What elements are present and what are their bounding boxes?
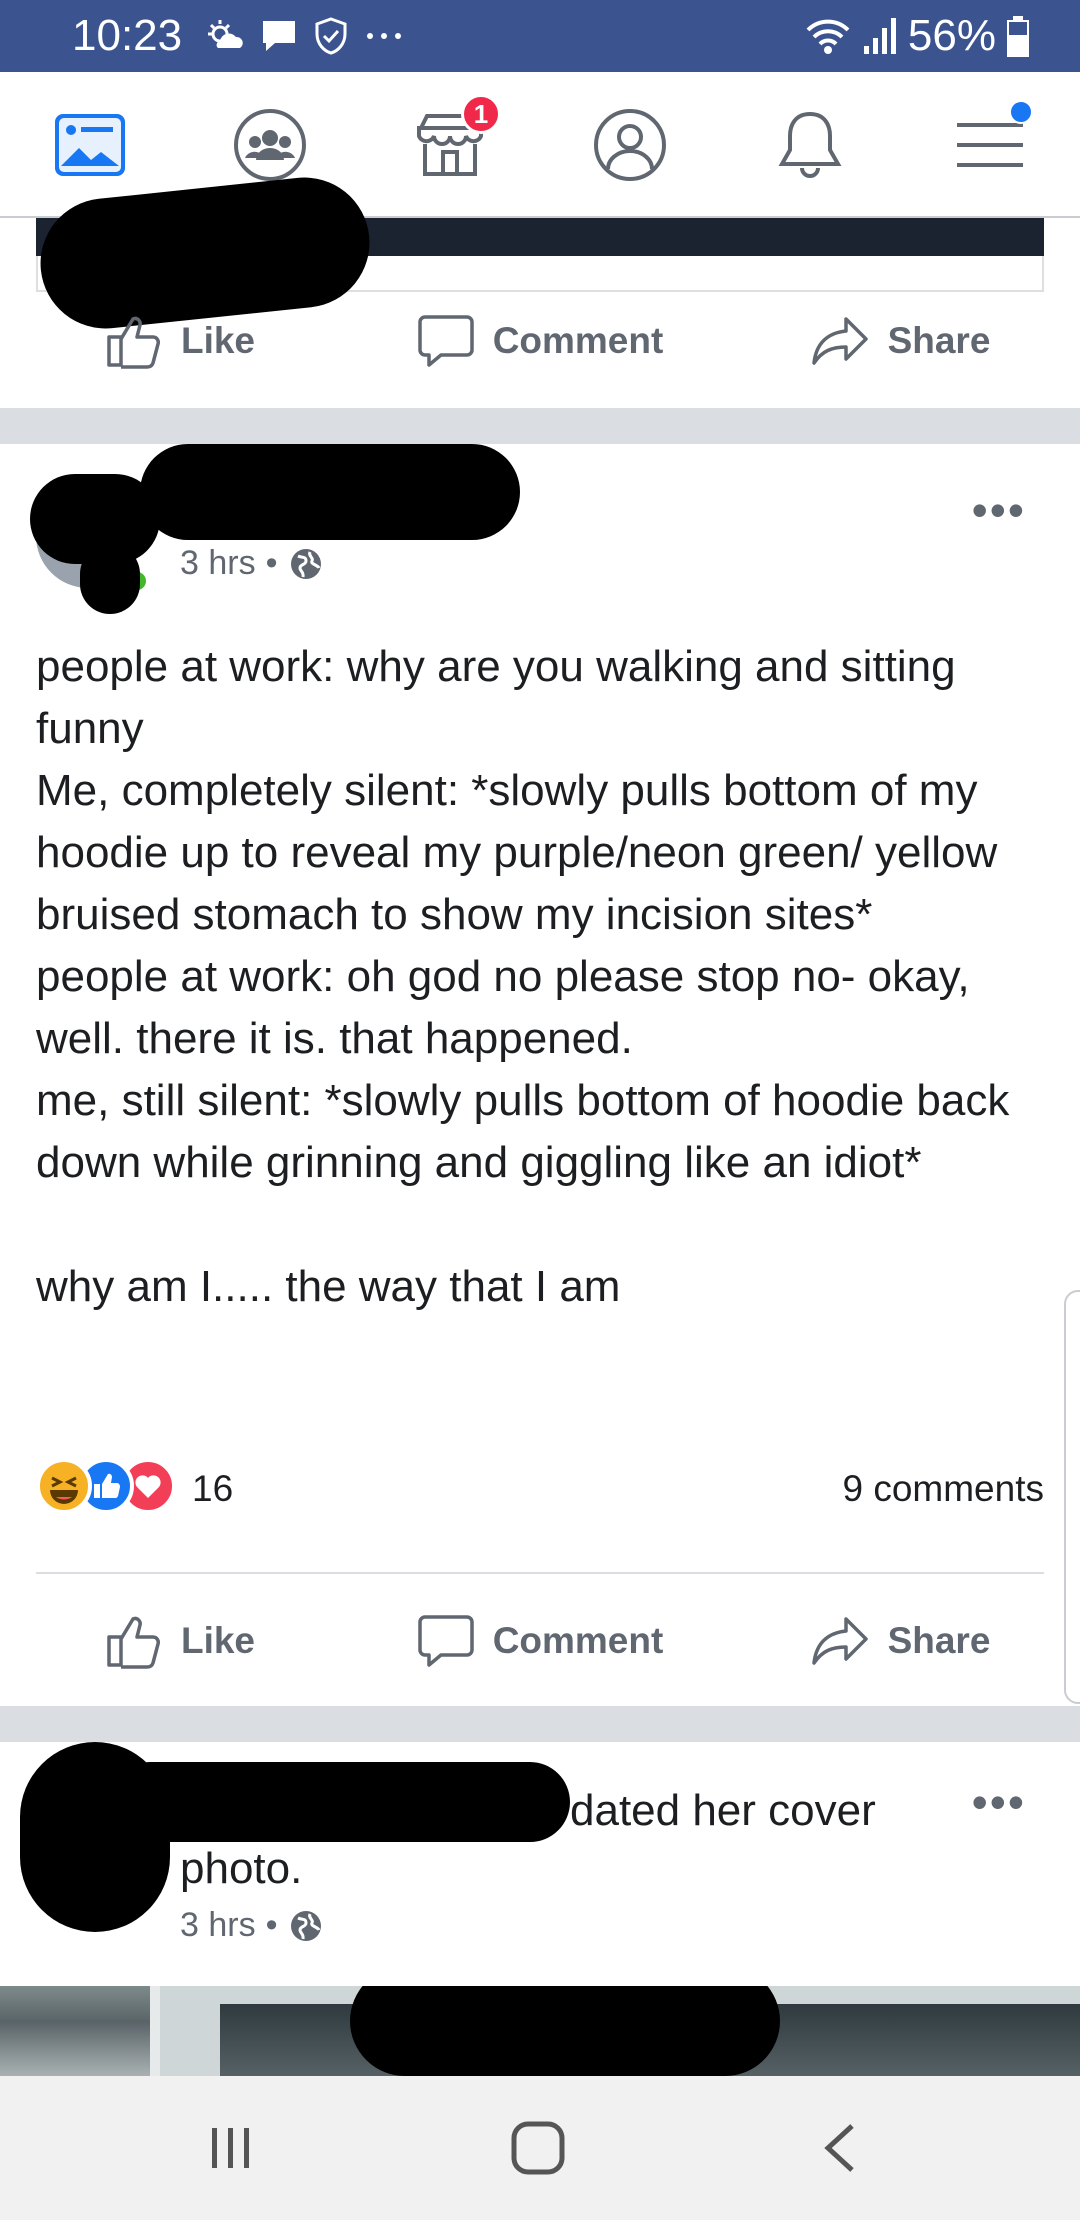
status-notification-icons	[206, 14, 404, 58]
haha-reaction-icon	[36, 1458, 92, 1514]
status-time: 10:23	[72, 11, 183, 60]
like-icon	[107, 1616, 160, 1669]
battery-percent: 56%	[907, 11, 996, 60]
next-feed-post: dated her cover photo. ••• 3 hrs •	[0, 1742, 1080, 1986]
battery-icon	[1007, 16, 1029, 57]
message-icon	[263, 21, 295, 51]
post-divider	[36, 1572, 1044, 1574]
previous-post-actions: Like Comment Share	[0, 276, 1080, 406]
android-navigation-bar	[0, 2076, 1080, 2220]
groups-tab[interactable]	[225, 100, 315, 190]
comment-button[interactable]: Comment	[360, 1576, 720, 1706]
post-actions: Like Comment Share	[0, 1576, 1080, 1706]
globe-icon	[290, 548, 321, 579]
comment-label: Comment	[492, 320, 664, 361]
signal-icon	[863, 18, 896, 54]
menu-notification-dot	[1009, 100, 1033, 124]
redaction-mark	[350, 1986, 780, 2076]
share-icon	[811, 1617, 868, 1665]
redaction-mark	[80, 544, 140, 614]
comment-icon	[417, 1615, 474, 1667]
profile-icon	[594, 109, 666, 181]
menu-tab[interactable]	[945, 100, 1035, 190]
comment-count-link[interactable]: 9 comments	[842, 1468, 1044, 1510]
notifications-tab[interactable]	[765, 100, 855, 190]
feed-separator	[0, 408, 1080, 444]
feed-post: 3 hrs • ••• people at work: why are you …	[0, 444, 1080, 1706]
menu-icon	[957, 123, 1023, 167]
recent-apps-button[interactable]	[208, 2124, 254, 2172]
comment-icon	[417, 315, 474, 367]
cover-photo-preview[interactable]	[0, 1986, 1080, 2076]
scrollbar[interactable]	[1064, 1290, 1080, 1704]
redaction-mark	[140, 444, 520, 540]
marketplace-tab[interactable]: 1	[405, 94, 501, 190]
home-button[interactable]	[510, 2120, 566, 2176]
news-feed-tab[interactable]	[45, 100, 135, 190]
wifi-icon	[806, 19, 850, 54]
reaction-icons	[36, 1458, 176, 1514]
share-button[interactable]: Share	[720, 1576, 1080, 1706]
like-button[interactable]: Like	[0, 1576, 360, 1706]
share-button[interactable]: Share	[720, 276, 1080, 406]
previous-post-card: Like Comment Share	[0, 171, 1080, 408]
reaction-count: 16	[192, 1468, 234, 1509]
post-options-button[interactable]: •••	[972, 487, 1026, 533]
globe-icon	[290, 1910, 321, 1941]
comment-button[interactable]: Comment	[360, 276, 720, 406]
shield-icon	[315, 17, 347, 55]
meta-separator: •	[265, 1906, 278, 1944]
status-bar: 10:23 56%	[0, 0, 1080, 72]
marketplace-badge: 1	[461, 94, 501, 134]
notifications-icon	[778, 111, 842, 178]
reactions-summary[interactable]: 16 9 comments	[36, 1458, 1044, 1522]
post-meta: 3 hrs •	[180, 544, 324, 583]
like-label: Like	[180, 1620, 256, 1661]
weather-icon	[208, 20, 243, 48]
more-dots-icon	[367, 33, 401, 39]
like-icon	[107, 316, 160, 369]
share-icon	[811, 317, 868, 365]
like-button[interactable]: Like	[0, 276, 360, 406]
post-timestamp[interactable]: 3 hrs	[180, 1906, 256, 1945]
share-label: Share	[887, 320, 991, 361]
like-label: Like	[180, 320, 256, 361]
news-feed-icon	[55, 114, 125, 176]
back-button[interactable]	[820, 2122, 860, 2174]
post-timestamp[interactable]: 3 hrs	[180, 544, 256, 583]
share-label: Share	[887, 1620, 991, 1661]
post-body-text: people at work: why are you walking and …	[36, 642, 1010, 1311]
feed-separator	[0, 1706, 1080, 1742]
redaction-mark	[110, 1762, 570, 1842]
comment-label: Comment	[492, 1620, 664, 1661]
meta-separator: •	[265, 544, 278, 582]
status-system-icons: 56%	[804, 10, 1030, 62]
post-options-button[interactable]: •••	[972, 1779, 1026, 1825]
post-meta: 3 hrs •	[180, 1906, 324, 1945]
groups-icon	[234, 109, 306, 181]
profile-tab[interactable]	[585, 100, 675, 190]
